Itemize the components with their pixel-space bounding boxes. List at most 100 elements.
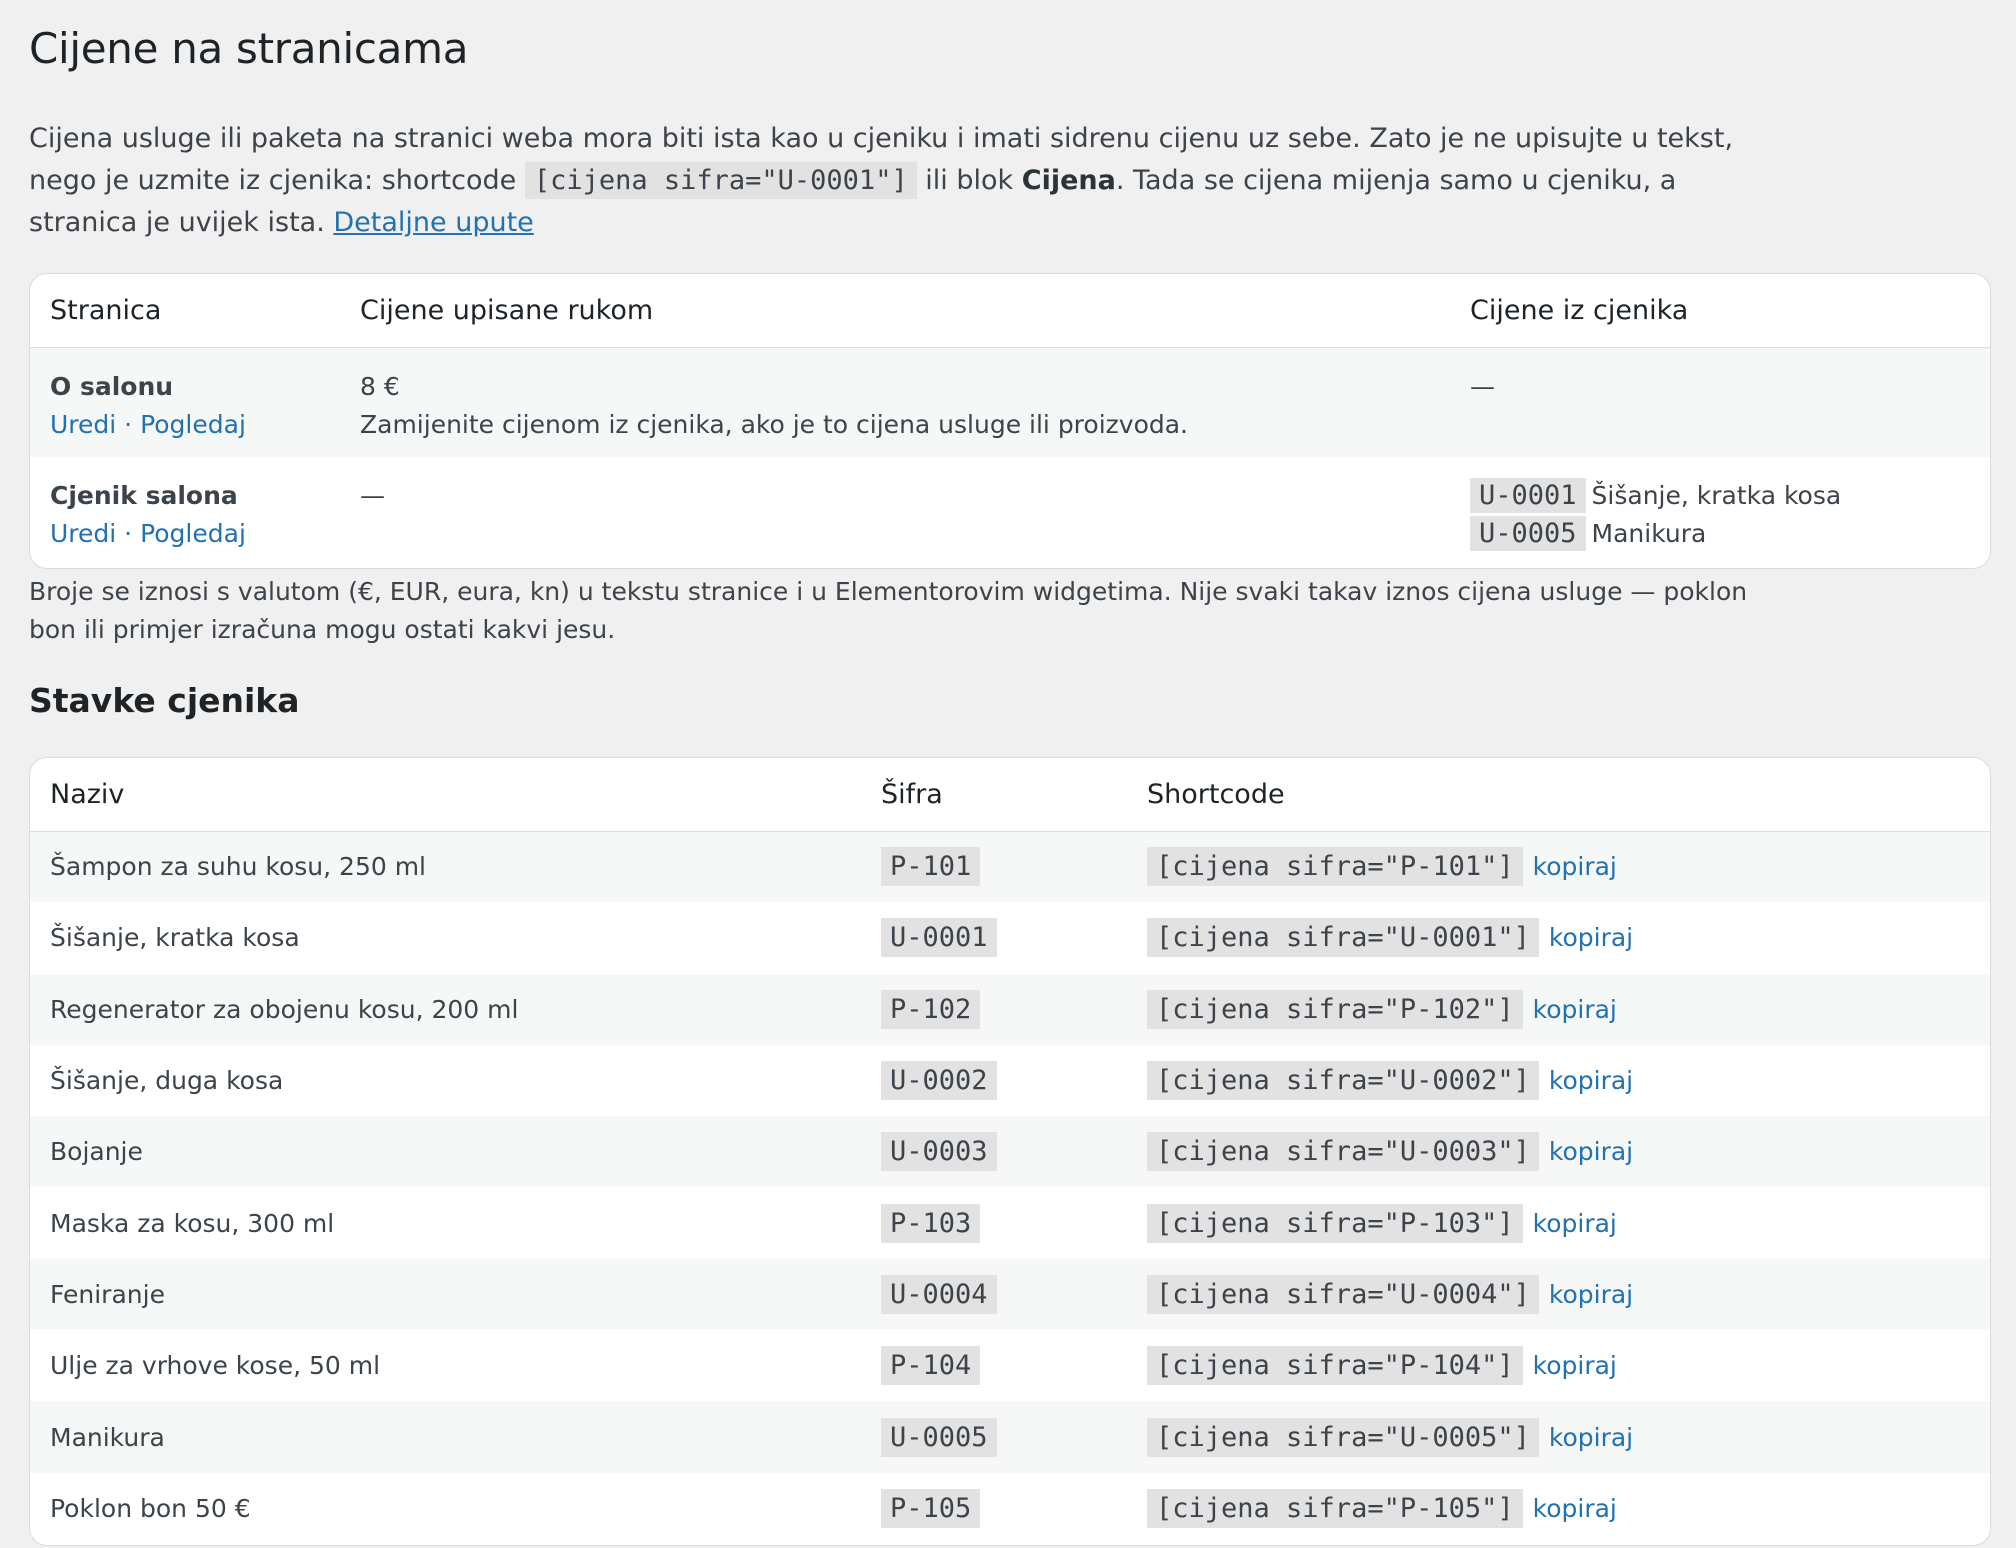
empty-dash: —	[360, 481, 385, 510]
sku-code: U-0001	[1470, 478, 1586, 513]
item-sku-cell: U-0005	[861, 1401, 1127, 1473]
item-shortcode: [cijena sifra="U-0005"]	[1147, 1417, 1539, 1457]
item-sku-cell: P-104	[861, 1330, 1127, 1401]
item-shortcode-cell: [cijena sifra="U-0004"] kopiraj	[1127, 1258, 1990, 1331]
manual-prices-cell: —	[340, 457, 1450, 567]
copy-link[interactable]: kopiraj	[1549, 923, 1633, 952]
copy-link[interactable]: kopiraj	[1533, 1351, 1617, 1380]
item-sku-cell: P-105	[861, 1473, 1127, 1544]
item-shortcode-cell: [cijena sifra="P-103"] kopiraj	[1127, 1187, 1990, 1258]
table-row: Bojanje U-0003 [cijena sifra="U-0003"] ko…	[30, 1116, 1990, 1188]
item-sku: P-104	[881, 1346, 981, 1386]
item-shortcode: [cijena sifra="U-0001"]	[1147, 918, 1539, 958]
catalog-prices-cell: U-0001 Šišanje, kratka kosa U-0005 Manikur…	[1450, 457, 1990, 567]
item-sku-cell: P-102	[861, 973, 1127, 1045]
item-shortcode: [cijena sifra="P-102"]	[1147, 989, 1523, 1029]
item-sku: U-0003	[881, 1132, 997, 1172]
item-shortcode-cell: [cijena sifra="U-0002"] kopiraj	[1127, 1045, 1990, 1116]
view-link[interactable]: Pogledaj	[140, 410, 246, 439]
intro-line-1: Cijena usluge ili paketa na stranici web…	[29, 123, 1734, 154]
item-shortcode: [cijena sifra="P-105"]	[1147, 1488, 1523, 1528]
copy-link[interactable]: kopiraj	[1549, 1280, 1633, 1309]
item-sku: P-105	[881, 1488, 981, 1528]
item-shortcode-cell: [cijena sifra="U-0005"] kopiraj	[1127, 1401, 1990, 1473]
copy-link[interactable]: kopiraj	[1549, 1137, 1633, 1166]
item-sku: P-101	[881, 847, 981, 887]
edit-link[interactable]: Uredi	[50, 519, 116, 548]
copy-link[interactable]: kopiraj	[1549, 1066, 1633, 1095]
table-row: Regenerator za obojenu kosu, 200 ml P-10…	[30, 973, 1990, 1045]
pages-table-card: Stranica Cijene upisane rukom Cijene iz …	[29, 273, 1991, 569]
catalog-item-name: Manikura	[1591, 519, 1707, 548]
item-sku-cell: U-0003	[861, 1116, 1127, 1188]
pages-table: Stranica Cijene upisane rukom Cijene iz …	[30, 274, 1990, 567]
items-table-card: Naziv Šifra Shortcode Šampon za suhu kos…	[29, 757, 1991, 1546]
view-link[interactable]: Pogledaj	[140, 519, 246, 548]
table-row: Maska za kosu, 300 ml P-103 [cijena sifr…	[30, 1187, 1990, 1258]
action-separator: ·	[116, 519, 141, 548]
copy-link[interactable]: kopiraj	[1533, 995, 1617, 1024]
table-row: Manikura U-0005 [cijena sifra="U-0005"] k…	[30, 1401, 1990, 1473]
table-row: Šišanje, duga kosa U-0002 [cijena sifra=…	[30, 1045, 1990, 1116]
column-header-catalog-prices: Cijene iz cjenika	[1450, 274, 1990, 348]
catalog-item: U-0001 Šišanje, kratka kosa	[1470, 477, 1990, 515]
copy-link[interactable]: kopiraj	[1549, 1423, 1633, 1452]
item-shortcode: [cijena sifra="U-0003"]	[1147, 1132, 1539, 1172]
column-header-name: Naziv	[30, 758, 861, 832]
page-title-o-salonu: O salonu	[50, 371, 174, 401]
item-shortcode: [cijena sifra="U-0002"]	[1147, 1061, 1539, 1101]
intro-text-segment: ili blok	[916, 165, 1022, 196]
column-header-sku: Šifra	[861, 758, 1127, 832]
page-cell: O salonu Uredi · Pogledaj	[30, 347, 340, 457]
item-shortcode-cell: [cijena sifra="P-102"] kopiraj	[1127, 973, 1990, 1045]
item-sku-cell: U-0002	[861, 1045, 1127, 1116]
page-row: Cjenik salona Uredi · Pogledaj — U-0001 Š…	[30, 457, 1990, 567]
item-shortcode-cell: [cijena sifra="P-101"] kopiraj	[1127, 831, 1990, 903]
page-title-cjenik-salona: Cjenik salona	[50, 481, 238, 510]
table-row: Poklon bon 50 € P-105 [cijena sifra="P-1…	[30, 1473, 1990, 1544]
item-sku-cell: U-0004	[861, 1258, 1127, 1331]
page-cell: Cjenik salona Uredi · Pogledaj	[30, 457, 340, 567]
page-title: Cijene na stranicama	[29, 24, 469, 73]
note-line-2: bon ili primjer izračuna mogu ostati kak…	[29, 615, 616, 644]
item-sku-cell: P-103	[861, 1187, 1127, 1258]
counting-note: Broje se iznosi s valutom (€, EUR, eura,…	[29, 573, 1748, 649]
page-row: O salonu Uredi · Pogledaj 8 € Zamijenite…	[30, 347, 1990, 457]
note-line-1: Broje se iznosi s valutom (€, EUR, eura,…	[29, 577, 1748, 606]
item-shortcode: [cijena sifra="P-104"]	[1147, 1346, 1523, 1386]
item-name: Regenerator za obojenu kosu, 200 ml	[30, 973, 861, 1045]
page-actions: Uredi · Pogledaj	[50, 515, 340, 553]
item-sku: P-102	[881, 989, 981, 1029]
item-shortcode-cell: [cijena sifra="P-105"] kopiraj	[1127, 1473, 1990, 1544]
details-link[interactable]: Detaljne upute	[333, 207, 533, 238]
catalog-prices-cell: —	[1450, 347, 1990, 457]
item-name: Ulje za vrhove kose, 50 ml	[50, 1351, 381, 1381]
intro-text-segment: stranica je uvijek ista.	[29, 207, 334, 238]
copy-link[interactable]: kopiraj	[1533, 1209, 1617, 1238]
page-actions: Uredi · Pogledaj	[50, 406, 340, 444]
item-shortcode-cell: [cijena sifra="P-104"] kopiraj	[1127, 1330, 1990, 1401]
item-name: Bojanje	[30, 1116, 861, 1188]
intro-line-2: nego je uzmite iz cjenika: shortcode [ci…	[29, 160, 1709, 202]
item-shortcode-cell: [cijena sifra="U-0001"] kopiraj	[1127, 902, 1990, 973]
column-header-manual-prices: Cijene upisane rukom	[340, 274, 1450, 348]
item-name: Feniranje	[30, 1258, 861, 1331]
table-row: Ulje za vrhove kose, 50 ml P-104 [cijena…	[30, 1330, 1990, 1401]
copy-link[interactable]: kopiraj	[1533, 852, 1617, 881]
catalog-item: U-0005 Manikura	[1470, 515, 1990, 553]
item-shortcode: [cijena sifra="P-101"]	[1147, 847, 1523, 887]
item-name: Manikura	[30, 1401, 861, 1473]
pages-table-header: Stranica Cijene upisane rukom Cijene iz …	[30, 274, 1990, 348]
copy-link[interactable]: kopiraj	[1533, 1494, 1617, 1523]
item-sku: P-103	[881, 1203, 981, 1243]
column-header-shortcode: Shortcode	[1127, 758, 1990, 832]
item-name: Poklon bon 50 €	[50, 1493, 251, 1523]
item-shortcode: [cijena sifra="U-0004"]	[1147, 1274, 1539, 1314]
item-sku: U-0001	[881, 918, 997, 958]
item-sku-cell: U-0001	[861, 902, 1127, 973]
table-row: Šišanje, kratka kosa U-0001 [cijena sifr…	[30, 902, 1990, 973]
item-sku: U-0004	[881, 1274, 997, 1314]
action-separator: ·	[116, 409, 141, 439]
edit-link[interactable]: Uredi	[50, 410, 116, 439]
item-sku: U-0005	[881, 1417, 997, 1457]
